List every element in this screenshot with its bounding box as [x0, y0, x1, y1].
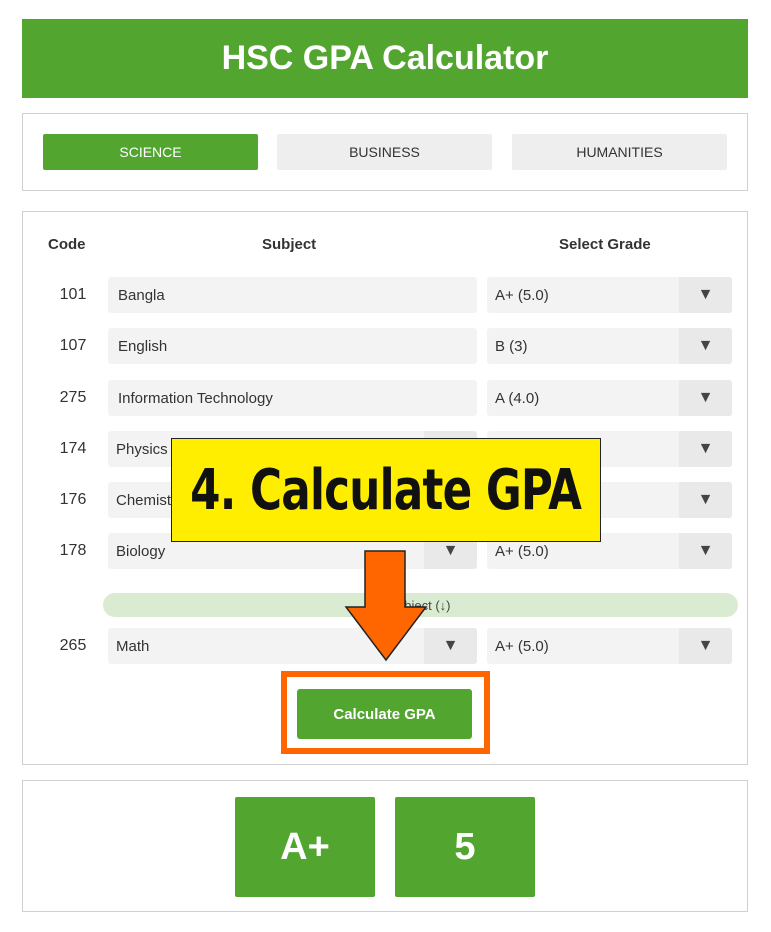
subject-field: Information Technology [108, 380, 477, 416]
result-panel: A+ 5 [22, 780, 748, 912]
tab-business[interactable]: BUSINESS [277, 134, 492, 170]
subject-code: 107 [59, 337, 87, 354]
result-grade: A+ [235, 797, 375, 897]
grade-select[interactable]: A+ (5.0) ▼ [487, 628, 732, 664]
down-arrow-icon [344, 550, 428, 662]
subject-code: 174 [59, 440, 87, 457]
table-row: 101 Bangla A+ (5.0) ▼ [23, 277, 749, 313]
subject-code: 176 [59, 491, 87, 508]
grade-select[interactable]: B (3) ▼ [487, 328, 732, 364]
table-row: 107 English B (3) ▼ [23, 328, 749, 364]
grade-header: Select Grade [559, 236, 651, 253]
calculate-gpa-button[interactable]: Calculate GPA [297, 689, 472, 739]
grade-select[interactable]: A (4.0) ▼ [487, 380, 732, 416]
chevron-down-icon: ▼ [679, 380, 732, 416]
subject-code: 265 [59, 637, 87, 654]
subject-code: 178 [59, 542, 87, 559]
code-header: Code [48, 236, 86, 253]
chevron-down-icon: ▼ [679, 328, 732, 364]
result-gpa: 5 [395, 797, 535, 897]
chevron-down-icon: ▼ [679, 431, 732, 467]
subject-code: 275 [59, 389, 87, 406]
tab-humanities[interactable]: HUMANITIES [512, 134, 727, 170]
chevron-down-icon: ▼ [424, 628, 477, 664]
page-title: HSC GPA Calculator [221, 39, 549, 77]
subject-header: Subject [262, 236, 317, 253]
chevron-down-icon: ▼ [679, 628, 732, 664]
chevron-down-icon: ▼ [679, 482, 732, 518]
chevron-down-icon: ▼ [679, 533, 732, 569]
subject-field: Bangla [108, 277, 477, 313]
tab-science[interactable]: SCIENCE [43, 134, 258, 170]
grade-select[interactable]: A+ (5.0) ▼ [487, 277, 732, 313]
subject-code: 101 [59, 286, 87, 303]
table-row: 275 Information Technology A (4.0) ▼ [23, 380, 749, 416]
instruction-callout: 4. Calculate GPA [171, 438, 601, 542]
chevron-down-icon: ▼ [679, 277, 732, 313]
group-tabs: SCIENCE BUSINESS HUMANITIES [22, 113, 748, 191]
callout-text: 4. Calculate GPA [190, 457, 582, 523]
subject-field: English [108, 328, 477, 364]
app-header: HSC GPA Calculator [22, 19, 748, 98]
